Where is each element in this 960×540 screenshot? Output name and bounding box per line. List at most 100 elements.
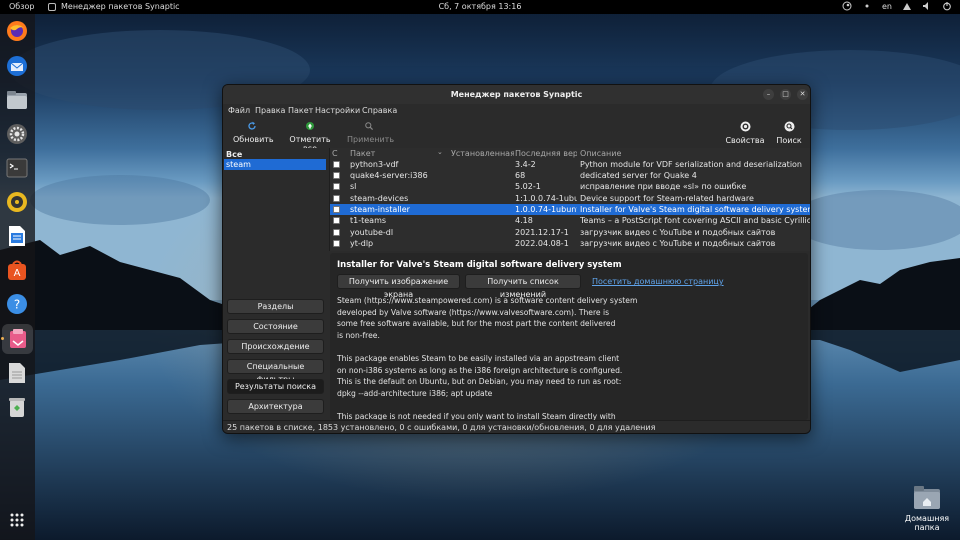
close-button[interactable]: ✕ xyxy=(797,89,808,100)
package-row-selected[interactable]: steam-installer 1.0.0.74-1ubuntu2 Instal… xyxy=(330,204,811,215)
package-row[interactable]: yt-dlp 2022.04.08-1 загрузчик видео с Yo… xyxy=(330,238,810,249)
package-list: С Пакет ⌄ Установленная в Последняя верс… xyxy=(329,148,811,251)
status-button[interactable]: Состояние xyxy=(227,319,324,334)
thunderbird-icon[interactable] xyxy=(5,54,29,78)
column-package[interactable]: Пакет xyxy=(350,149,446,158)
package-row[interactable]: sl 5.02-1 исправление при вводе «sl» по … xyxy=(330,181,810,192)
menu-help[interactable]: Справка xyxy=(362,106,397,115)
top-bar: Обзор Менеджер пакетов Synaptic Сб, 7 ок… xyxy=(0,0,960,14)
sections-button[interactable]: Разделы xyxy=(227,299,324,314)
sort-icon: ⌄ xyxy=(437,148,443,156)
package-row[interactable]: python3-vdf 3.4-2 Python module for VDF … xyxy=(330,159,810,170)
files-icon[interactable] xyxy=(5,88,29,112)
search-button[interactable]: Поиск xyxy=(774,121,804,145)
package-row[interactable]: t1-teams 4.18 Teams – a PostScript font … xyxy=(330,215,811,226)
synaptic-window: Менеджер пакетов Synaptic – □ ✕ Файл Пра… xyxy=(222,84,811,434)
terminal-icon[interactable] xyxy=(5,156,29,180)
volume-icon[interactable] xyxy=(922,1,932,11)
desktop-home-folder[interactable]: Домашняя папка xyxy=(895,486,959,532)
architecture-button[interactable]: Архитектура xyxy=(227,399,324,414)
package-checkbox[interactable] xyxy=(333,161,340,168)
dock: A ? xyxy=(0,14,35,540)
description-paragraph: Steam (https://www.steampowered.com) is … xyxy=(337,296,638,340)
get-screenshot-button[interactable]: Получить изображение экрана xyxy=(337,274,460,299)
package-description: Installer for Valve's Steam digital soft… xyxy=(580,205,811,214)
package-checkbox[interactable] xyxy=(333,229,340,236)
package-name: yt-dlp xyxy=(350,239,374,248)
column-latest[interactable]: Последняя верс xyxy=(515,149,577,158)
column-description[interactable]: Описание xyxy=(580,149,621,158)
properties-button[interactable]: Свойства xyxy=(725,121,765,145)
app-grid-icon[interactable] xyxy=(5,508,29,532)
column-installed[interactable]: Установленная в xyxy=(451,149,514,158)
help-icon[interactable]: ? xyxy=(5,292,29,316)
package-checkbox[interactable] xyxy=(333,183,340,190)
package-row[interactable]: steam-devices 1:1.0.0.74-1ubuntu Device … xyxy=(330,193,810,204)
trash-icon[interactable] xyxy=(5,395,29,419)
home-folder-label: Домашняя папка xyxy=(904,514,950,532)
rhythmbox-icon[interactable] xyxy=(5,190,29,214)
package-checkbox[interactable] xyxy=(333,206,340,213)
homepage-link[interactable]: Посетить домашнюю страницу xyxy=(592,277,724,286)
window-title: Менеджер пакетов Synaptic xyxy=(450,90,583,99)
power-icon[interactable] xyxy=(942,1,952,11)
synaptic-icon[interactable] xyxy=(2,324,33,354)
mark-all-icon xyxy=(305,121,315,131)
clock[interactable]: Сб, 7 октября 13:16 xyxy=(439,2,522,11)
minimize-button[interactable]: – xyxy=(763,89,774,100)
package-description: загрузчик видео с YouTube и подобных сай… xyxy=(580,239,776,248)
package-checkbox[interactable] xyxy=(333,172,340,179)
package-name: python3-vdf xyxy=(350,160,399,169)
column-status[interactable]: С xyxy=(332,149,338,158)
package-checkbox[interactable] xyxy=(333,195,340,202)
package-description: исправление при вводе «sl» по ошибке xyxy=(580,182,747,191)
software-center-icon[interactable]: A xyxy=(5,258,29,282)
package-description: Device support for Steam-related hardwar… xyxy=(580,194,754,203)
package-latest-version: 1:1.0.0.74-1ubuntu xyxy=(515,194,577,203)
package-description: Python module for VDF serialization and … xyxy=(580,160,803,169)
keyboard-layout[interactable]: en xyxy=(882,2,892,11)
package-checkbox[interactable] xyxy=(333,217,340,224)
package-row[interactable]: youtube-dl 2021.12.17-1 загрузчик видео … xyxy=(330,227,810,238)
package-name: sl xyxy=(350,182,357,191)
package-name: steam-installer xyxy=(350,205,410,214)
details-description: Steam (https://www.steampowered.com) is … xyxy=(337,295,797,420)
menu-edit[interactable]: Правка xyxy=(255,106,285,115)
filter-list-header: Все xyxy=(226,150,243,159)
get-changelog-button[interactable]: Получить список изменений xyxy=(465,274,581,299)
origin-button[interactable]: Происхождение xyxy=(227,339,324,354)
custom-filters-button[interactable]: Специальные фильтры xyxy=(227,359,324,384)
menu-package[interactable]: Пакет xyxy=(288,106,313,115)
apply-button[interactable]: Применить xyxy=(347,121,394,144)
home-folder-icon xyxy=(914,486,940,510)
package-name: youtube-dl xyxy=(350,228,394,237)
document-icon[interactable] xyxy=(5,361,29,385)
search-results-button[interactable]: Результаты поиска xyxy=(227,379,324,394)
steam-tray-icon[interactable] xyxy=(842,1,852,11)
notification-dot-icon[interactable] xyxy=(862,1,872,11)
settings-icon[interactable] xyxy=(5,122,29,146)
package-latest-version: 2022.04.08-1 xyxy=(515,239,569,248)
firefox-icon[interactable] xyxy=(5,19,29,43)
status-text: 25 пакетов в списке, 1853 установлено, 0… xyxy=(227,423,656,432)
package-name: steam-devices xyxy=(350,194,409,203)
package-latest-version: 1.0.0.74-1ubuntu2 xyxy=(515,205,577,214)
maximize-button[interactable]: □ xyxy=(780,89,791,100)
title-bar[interactable]: Менеджер пакетов Synaptic – □ ✕ xyxy=(223,85,810,104)
synaptic-app-icon xyxy=(48,3,56,11)
package-description: Teams – a PostScript font covering ASCII… xyxy=(580,216,811,225)
activities-button[interactable]: Обзор xyxy=(9,2,34,11)
menu-settings[interactable]: Настройки xyxy=(315,106,360,115)
apply-icon xyxy=(364,121,374,131)
description-paragraph: This package is not needed if you only w… xyxy=(337,411,616,420)
libreoffice-writer-icon[interactable] xyxy=(5,224,29,248)
network-icon[interactable] xyxy=(902,1,912,11)
menu-file[interactable]: Файл xyxy=(228,106,250,115)
active-app-menu[interactable]: Менеджер пакетов Synaptic xyxy=(61,2,180,11)
package-row[interactable]: quake4-server:i386 68 dedicated server f… xyxy=(330,170,810,181)
package-checkbox[interactable] xyxy=(333,240,340,247)
filter-item-selected[interactable]: steam xyxy=(224,159,326,170)
reload-button[interactable]: Обновить xyxy=(233,121,274,144)
status-bar: 25 пакетов в списке, 1853 установлено, 0… xyxy=(223,420,810,433)
details-title: Installer for Valve's Steam digital soft… xyxy=(337,260,622,270)
